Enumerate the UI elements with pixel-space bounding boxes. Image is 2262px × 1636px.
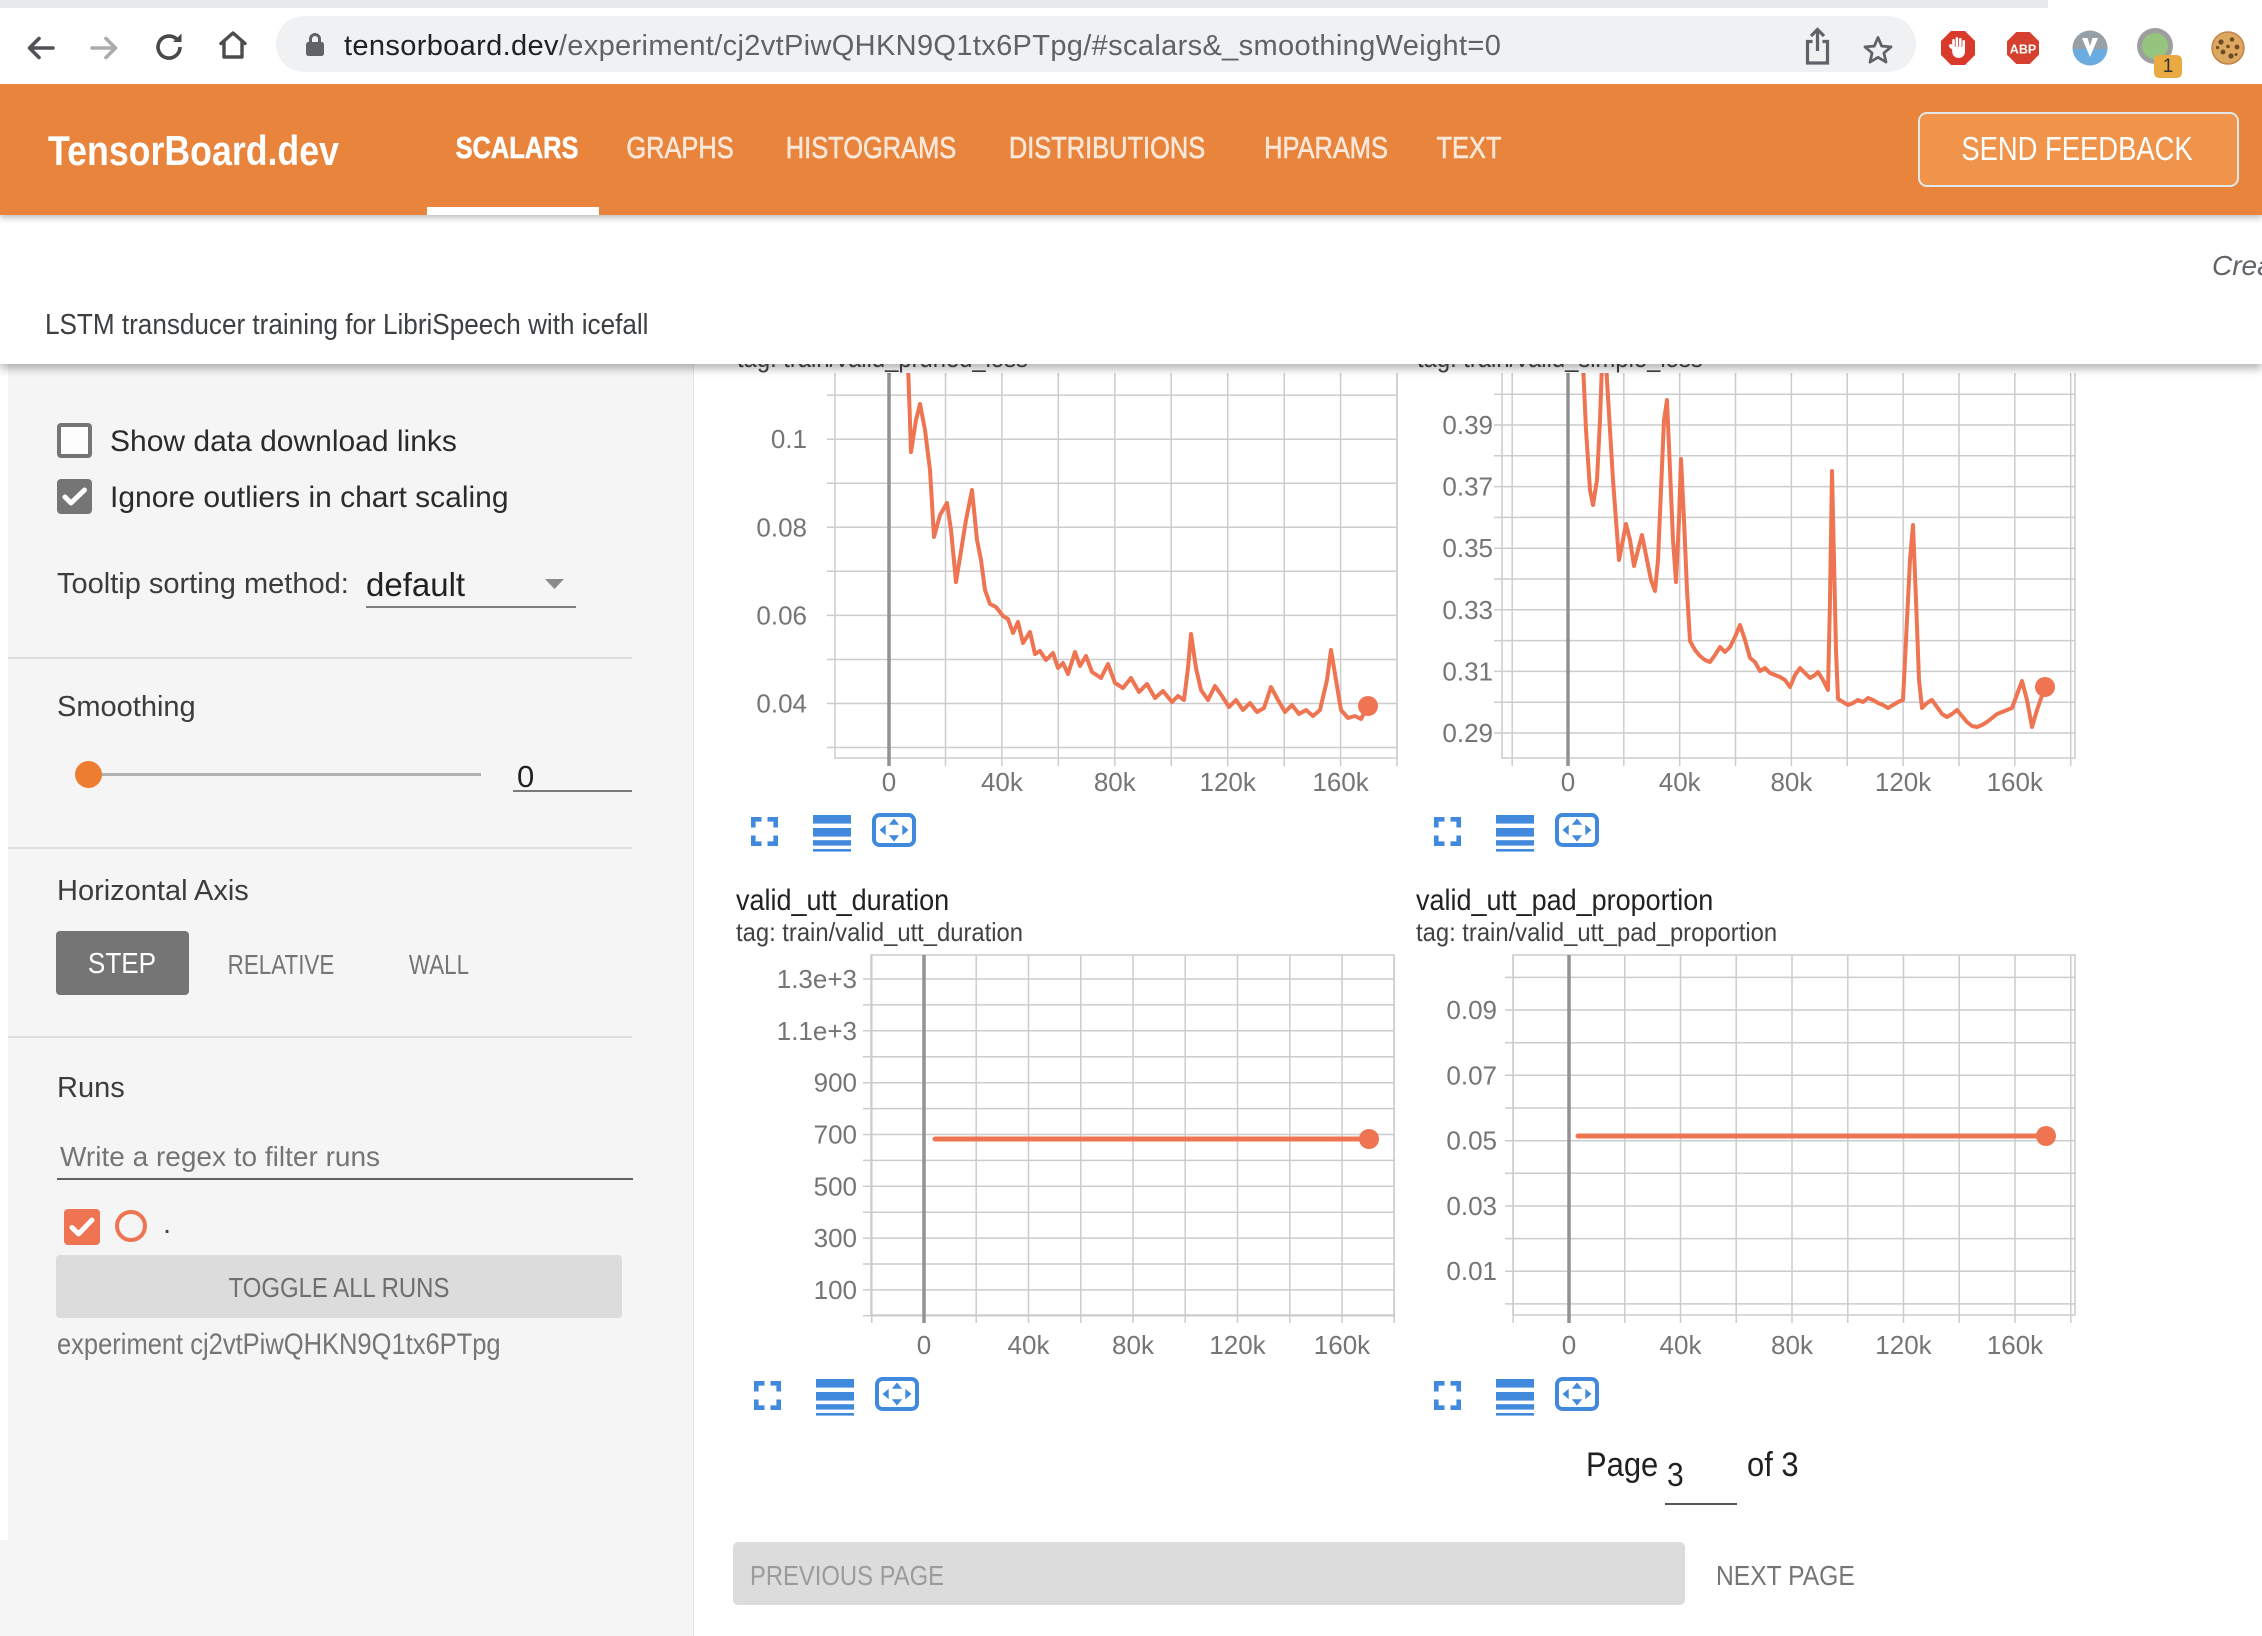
svg-text:300: 300 [814,1223,857,1253]
svg-text:0: 0 [1562,1330,1576,1360]
svg-text:0.37: 0.37 [1442,472,1493,502]
svg-text:1.1e+3: 1.1e+3 [777,1016,857,1046]
svg-text:900: 900 [814,1068,857,1098]
svg-text:0.29: 0.29 [1442,718,1493,748]
svg-text:0: 0 [917,1330,931,1360]
svg-text:0: 0 [1561,767,1575,797]
svg-text:0: 0 [882,767,896,797]
svg-text:120k: 120k [1209,1330,1266,1360]
svg-text:80k: 80k [1771,1330,1814,1360]
svg-text:0.07: 0.07 [1446,1060,1497,1090]
svg-text:160k: 160k [1987,1330,2044,1360]
svg-text:0.31: 0.31 [1442,656,1493,686]
svg-text:80k: 80k [1770,767,1813,797]
svg-text:80k: 80k [1112,1330,1155,1360]
svg-text:100: 100 [814,1275,857,1305]
svg-text:120k: 120k [1875,1330,1932,1360]
svg-text:80k: 80k [1094,767,1137,797]
svg-text:0.04: 0.04 [756,689,807,719]
svg-text:0.05: 0.05 [1446,1126,1497,1156]
svg-text:0.08: 0.08 [756,512,807,542]
svg-text:120k: 120k [1875,767,1932,797]
svg-text:160k: 160k [1312,767,1369,797]
svg-text:0.35: 0.35 [1442,533,1493,563]
svg-text:0.33: 0.33 [1442,595,1493,625]
svg-text:0.39: 0.39 [1442,410,1493,440]
svg-text:0.1: 0.1 [771,424,807,454]
svg-text:40k: 40k [981,767,1024,797]
svg-text:40k: 40k [1008,1330,1051,1360]
svg-text:500: 500 [814,1171,857,1201]
svg-text:160k: 160k [1314,1330,1371,1360]
svg-text:1.3e+3: 1.3e+3 [777,964,857,994]
svg-text:0.03: 0.03 [1446,1191,1497,1221]
svg-text:0.09: 0.09 [1446,995,1497,1025]
svg-text:160k: 160k [1987,767,2044,797]
svg-text:40k: 40k [1659,767,1702,797]
svg-text:700: 700 [814,1120,857,1150]
svg-text:ABP: ABP [2010,43,2036,57]
svg-text:0.01: 0.01 [1446,1256,1497,1286]
svg-text:120k: 120k [1200,767,1257,797]
svg-text:40k: 40k [1660,1330,1703,1360]
svg-text:0.06: 0.06 [756,600,807,630]
